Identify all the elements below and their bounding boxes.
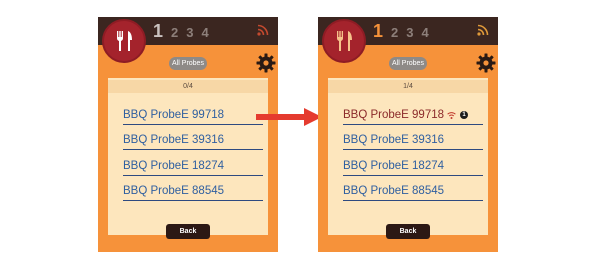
probe-item-selected[interactable]: BBQ ProbeE 99718 1	[343, 99, 483, 125]
fork-knife-icon	[116, 31, 132, 51]
app-logo	[322, 19, 366, 63]
tab-1[interactable]: 1	[153, 21, 163, 42]
probe-item[interactable]: BBQ ProbeE 88545	[123, 176, 263, 201]
tab-1[interactable]: 1	[373, 21, 383, 42]
probe-label: BBQ ProbeE 88545	[123, 185, 225, 197]
tab-3[interactable]: 3	[406, 25, 413, 40]
probe-label: BBQ ProbeE 88545	[343, 185, 445, 197]
probe-label: BBQ ProbeE 39316	[343, 134, 445, 146]
probe-tabs: 1 2 3 4	[373, 21, 437, 42]
app-logo	[102, 19, 146, 63]
probe-item[interactable]: BBQ ProbeE 99718	[123, 99, 263, 125]
wifi-signal-icon	[447, 111, 456, 119]
transition-arrow-icon	[256, 108, 322, 126]
probe-label: BBQ ProbeE 39316	[123, 134, 225, 146]
probe-item[interactable]: BBQ ProbeE 18274	[343, 150, 483, 176]
probe-number-badge: 1	[460, 110, 469, 119]
probe-label: BBQ ProbeE 99718	[123, 108, 225, 121]
back-button[interactable]: Back	[166, 224, 210, 239]
selected-count: 1/4	[328, 80, 488, 93]
probe-label: BBQ ProbeE 99718	[343, 108, 445, 121]
all-probes-filter[interactable]: All Probes	[389, 57, 427, 70]
tab-4[interactable]: 4	[421, 25, 428, 40]
probe-panel: 1/4 BBQ ProbeE 99718 1 BBQ ProbeE 39316 …	[328, 78, 488, 235]
probe-list: BBQ ProbeE 99718 1 BBQ ProbeE 39316 BBQ …	[343, 99, 483, 201]
probe-tabs: 1 2 3 4	[153, 21, 217, 42]
probe-list: BBQ ProbeE 99718 BBQ ProbeE 39316 BBQ Pr…	[123, 99, 263, 201]
gear-icon[interactable]	[256, 53, 276, 73]
tab-4[interactable]: 4	[201, 25, 208, 40]
probe-item[interactable]: BBQ ProbeE 18274	[123, 150, 263, 176]
probe-label: BBQ ProbeE 18274	[123, 159, 225, 172]
selected-count: 0/4	[108, 80, 268, 93]
probe-item[interactable]: BBQ ProbeE 39316	[343, 125, 483, 150]
probe-item[interactable]: BBQ ProbeE 88545	[343, 176, 483, 201]
gear-icon[interactable]	[476, 53, 496, 73]
tab-3[interactable]: 3	[186, 25, 193, 40]
rss-icon	[257, 24, 269, 36]
tab-2[interactable]: 2	[391, 25, 398, 40]
tab-2[interactable]: 2	[171, 25, 178, 40]
probe-label: BBQ ProbeE 18274	[343, 159, 445, 172]
back-button[interactable]: Back	[386, 224, 430, 239]
fork-knife-icon	[336, 31, 352, 51]
probe-screen-after: 1 2 3 4 All Probes 1/4 BBQ ProbeE 99718 …	[318, 17, 498, 252]
rss-icon	[477, 24, 489, 36]
probe-panel: 0/4 BBQ ProbeE 99718 BBQ ProbeE 39316 BB…	[108, 78, 268, 235]
probe-item[interactable]: BBQ ProbeE 39316	[123, 125, 263, 150]
all-probes-filter[interactable]: All Probes	[169, 57, 207, 70]
probe-screen-before: 1 2 3 4 All Probes 0/4 BBQ ProbeE 99718 …	[98, 17, 278, 252]
